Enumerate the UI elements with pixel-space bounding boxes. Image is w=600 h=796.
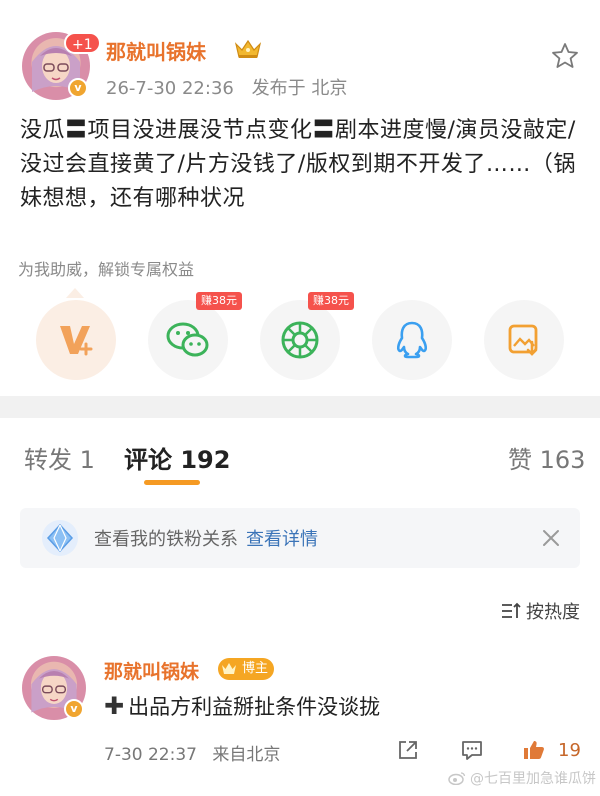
moments-icon xyxy=(281,321,319,359)
close-icon[interactable] xyxy=(540,527,562,549)
comment-meta: 7-30 22:37 来自北京 xyxy=(104,740,280,765)
share-wechat-button[interactable] xyxy=(148,300,228,380)
post-time: 26-7-30 22:36 xyxy=(106,78,234,99)
weibo-logo-icon xyxy=(448,772,466,785)
reply-icon[interactable] xyxy=(460,738,484,762)
blogger-badge-label: 博主 xyxy=(242,661,269,676)
qq-icon xyxy=(396,321,428,359)
moments-reward-badge: 赚38元 xyxy=(308,292,354,310)
fan-relationship-banner[interactable]: 查看我的铁粉关系 查看详情 xyxy=(20,508,580,568)
comment-body: ✚ 出品方利益掰扯条件没谈拢 xyxy=(104,691,380,721)
comment-verified-badge-icon: v xyxy=(64,699,84,719)
diamond-icon xyxy=(42,520,78,556)
weibo-post-page: +1 v 那就叫锅妹 26-7-30 22:36 发布于 北京 没瓜〓项目没进展… xyxy=(0,0,600,796)
post-tabs: 转发 1 评论 192 赞 163 xyxy=(0,418,600,488)
comment-location: 来自北京 xyxy=(212,745,281,765)
like-icon[interactable] xyxy=(522,738,546,762)
plus-icon: ✚ xyxy=(104,692,125,720)
vip-boost-button[interactable] xyxy=(36,300,116,380)
share-moments-button[interactable] xyxy=(260,300,340,380)
comment-like-count: 19 xyxy=(558,740,581,761)
blogger-badge: 博主 xyxy=(218,658,275,680)
comment-author-name[interactable]: 那就叫锅妹 xyxy=(104,657,199,684)
new-follower-badge: +1 xyxy=(64,32,101,54)
post-card: +1 v 那就叫锅妹 26-7-30 22:36 发布于 北京 没瓜〓项目没进展… xyxy=(0,0,600,396)
share-row: 赚38元 赚38元 xyxy=(0,292,600,382)
save-image-button[interactable] xyxy=(484,300,564,380)
tab-repost[interactable]: 转发 1 xyxy=(24,440,95,475)
crown-icon xyxy=(222,663,236,674)
post-location: 发布于 北京 xyxy=(251,78,348,99)
fan-banner-label: 查看我的铁粉关系 xyxy=(94,529,238,550)
sort-toggle[interactable]: 按热度 xyxy=(500,598,580,624)
cheer-pointer xyxy=(66,288,84,298)
fan-banner-text: 查看我的铁粉关系 查看详情 xyxy=(94,525,318,551)
sort-label: 按热度 xyxy=(526,602,580,623)
weibo-watermark: @七百里加急谁瓜饼 xyxy=(448,768,596,788)
wechat-reward-badge: 赚38元 xyxy=(196,292,242,310)
vip-icon xyxy=(60,326,93,356)
active-tab-indicator xyxy=(144,480,200,485)
comment-text: 出品方利益掰扯条件没谈拢 xyxy=(128,695,381,719)
crown-icon xyxy=(234,39,262,58)
comment-time: 7-30 22:37 xyxy=(104,745,197,765)
cheer-prompt: 为我助威，解锁专属权益 xyxy=(18,260,195,279)
watermark-text: @七百里加急谁瓜饼 xyxy=(470,771,596,787)
sort-icon xyxy=(502,602,521,618)
share-qq-button[interactable] xyxy=(372,300,452,380)
share-icon[interactable] xyxy=(396,738,420,762)
post-author-name[interactable]: 那就叫锅妹 xyxy=(106,36,206,65)
post-meta: 26-7-30 22:36 发布于 北京 xyxy=(106,74,347,100)
tab-likes[interactable]: 赞 163 xyxy=(508,440,585,475)
favorite-star-icon[interactable] xyxy=(551,42,579,70)
save-image-icon xyxy=(508,324,538,356)
post-body-text: 没瓜〓项目没进展没节点变化〓剧本进度慢/演员没敲定/没过会直接黄了/片方没钱了/… xyxy=(20,118,576,211)
tab-comments[interactable]: 评论 192 xyxy=(124,440,230,475)
comments-section: 查看我的铁粉关系 查看详情 按热度 v 那就叫锅妹 博主 ✚ 出品方利益掰扯条件… xyxy=(0,488,600,796)
wechat-icon xyxy=(166,322,209,357)
verified-badge-icon: v xyxy=(68,78,88,98)
fan-details-link[interactable]: 查看详情 xyxy=(246,529,318,550)
